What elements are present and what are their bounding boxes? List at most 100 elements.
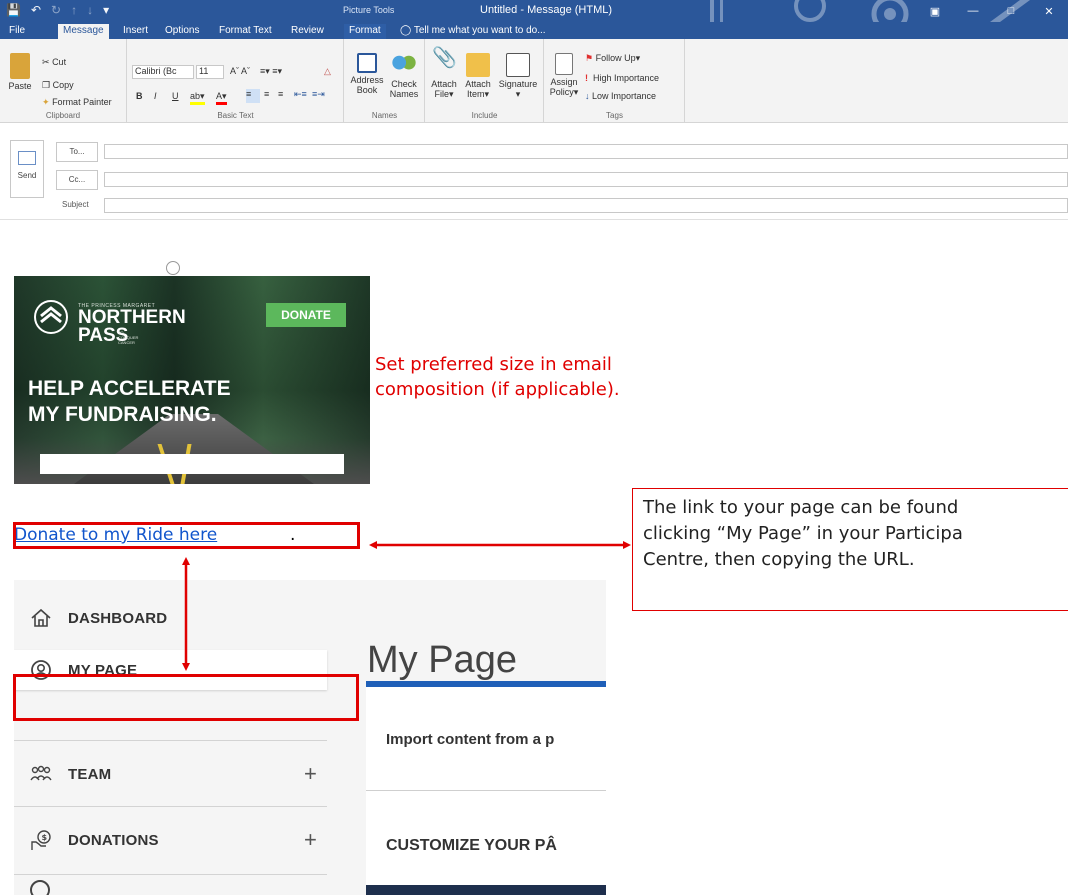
tab-format-text[interactable]: Format Text <box>214 24 277 39</box>
context-title: Picture Tools <box>343 5 395 15</box>
font-color-icon[interactable]: A▾ <box>216 91 227 105</box>
import-content-row[interactable]: Import content from a p <box>386 731 554 748</box>
tab-format[interactable]: Format <box>344 24 386 39</box>
include-group: 📎 Attach File▾ Attach Item▾ Signature ▾ I… <box>426 39 544 123</box>
tags-group-label: Tags <box>606 111 623 120</box>
nav-divider <box>14 740 327 741</box>
copy-button[interactable]: ❐ Copy <box>42 80 74 91</box>
attach-item-label-2: Item <box>466 89 485 99</box>
highlight-icon[interactable]: ab▾ <box>190 91 205 105</box>
font-select[interactable]: Calibri (Bc <box>132 65 194 79</box>
tell-me-search[interactable]: ◯ Tell me what you want to do... <box>400 25 546 36</box>
callout-line-1: The link to your page can be found <box>643 497 959 518</box>
donate-button[interactable]: DONATE <box>266 303 346 327</box>
address-book-icon <box>357 53 377 73</box>
paste-button[interactable]: Paste <box>6 53 34 91</box>
cc-field[interactable] <box>104 172 1068 187</box>
ribbon-display-icon[interactable]: ▣ <box>916 0 954 22</box>
nav-team[interactable]: TEAM + <box>14 742 327 806</box>
rotate-handle-icon[interactable] <box>166 261 180 275</box>
customize-page-row[interactable]: CUSTOMIZE YOUR PÂ <box>386 837 557 855</box>
names-group: Address Book Check Names Names <box>345 39 425 123</box>
check-names-button[interactable]: Check Names <box>387 53 421 99</box>
to-field[interactable] <box>104 144 1068 159</box>
ribbon: Paste ✂ Cut ❐ Copy ✦ Format Painter Clip… <box>0 39 1068 123</box>
attach-file-button[interactable]: 📎 Attach File▾ <box>428 48 460 99</box>
headline-line-2: MY FUNDRAISING. <box>28 403 217 426</box>
cut-button[interactable]: ✂ Cut <box>42 57 66 68</box>
bullets-icon[interactable]: ≡▾ ≡▾ <box>260 66 282 77</box>
decrease-indent-icon[interactable]: ⇤≡ <box>294 89 307 100</box>
callout-line-2: clicking “My Page” in your Participa <box>643 523 963 544</box>
font-size-select[interactable]: 11 <box>196 65 224 79</box>
save-icon[interactable]: 💾 <box>6 3 21 17</box>
low-importance-button[interactable]: ↓ Low Importance <box>585 91 656 101</box>
fundraising-banner-image[interactable]: THE PRINCESS MARGARET NORTHERN PASS TO C… <box>14 276 370 484</box>
underline-button[interactable]: U <box>172 91 179 101</box>
up-icon[interactable]: ↑ <box>71 3 77 17</box>
home-icon <box>28 605 54 631</box>
clear-formatting-icon[interactable]: △ <box>324 66 331 77</box>
quick-access-toolbar: 💾 ↶ ↻ ↑ ↓ ▾ <box>6 3 109 17</box>
to-button[interactable]: To... <box>56 142 98 162</box>
tab-message[interactable]: Message <box>58 24 109 39</box>
high-importance-button[interactable]: ! High Importance <box>585 73 659 83</box>
tab-insert[interactable]: Insert <box>118 24 153 39</box>
banner-white-bar <box>40 454 344 474</box>
tab-review[interactable]: Review <box>286 24 329 39</box>
names-group-label: Names <box>371 111 398 120</box>
italic-button[interactable]: I <box>154 91 157 101</box>
customize-icon[interactable]: ▾ <box>103 3 109 17</box>
send-button[interactable]: Send <box>10 140 44 198</box>
my-page-title: My Page <box>367 639 517 681</box>
format-painter-label: Format Painter <box>52 97 112 107</box>
address-book-button[interactable]: Address Book <box>349 53 385 95</box>
align-left-icon[interactable]: ≡ <box>246 89 260 103</box>
exclamation-icon: ! <box>585 73 588 83</box>
paste-icon <box>10 53 30 79</box>
bold-button[interactable]: B <box>136 91 143 101</box>
participant-nav: DASHBOARD MY PAGE TEAM + $ DONATIONS + <box>14 580 349 895</box>
assign-policy-button[interactable]: Assign Policy▾ <box>549 53 579 97</box>
next-nav-icon <box>30 880 50 895</box>
align-center-icon[interactable]: ≡ <box>264 89 269 99</box>
tab-options[interactable]: Options <box>160 24 204 39</box>
format-painter-button[interactable]: ✦ Format Painter <box>42 97 112 108</box>
attach-file-label-2: File <box>434 89 449 99</box>
my-page-card: Import content from a p CUSTOMIZE YOUR P… <box>366 681 606 895</box>
undo-icon[interactable]: ↶ <box>31 3 41 17</box>
tab-file[interactable]: File <box>4 24 30 39</box>
copy-label: Copy <box>52 80 74 90</box>
grow-font-icon[interactable]: Aˇ Aˇ <box>230 66 250 76</box>
assign-policy-label-1: Assign <box>550 77 578 87</box>
expand-team-icon[interactable]: + <box>304 761 317 787</box>
cut-label: Cut <box>52 57 67 67</box>
follow-up-button[interactable]: ⚑ Follow Up▾ <box>585 53 640 64</box>
cc-button[interactable]: Cc... <box>56 170 98 190</box>
instruction-callout: The link to your page can be found click… <box>632 488 1068 611</box>
check-names-label-2: Names <box>389 89 419 99</box>
align-right-icon[interactable]: ≡ <box>278 89 283 99</box>
copy-icon: ❐ <box>42 80 51 90</box>
svg-text:$: $ <box>42 833 48 842</box>
maximize-icon[interactable]: □ <box>992 0 1030 22</box>
expand-donations-icon[interactable]: + <box>304 827 317 853</box>
flag-icon: ⚑ <box>585 53 594 63</box>
minimize-icon[interactable]: — <box>954 0 992 22</box>
attach-item-label-1: Attach <box>465 79 491 89</box>
my-page-highlight-box <box>13 674 359 721</box>
increase-indent-icon[interactable]: ≡⇥ <box>312 89 325 100</box>
follow-up-label: Follow Up <box>595 53 636 63</box>
down-icon[interactable]: ↓ <box>87 3 93 17</box>
lightbulb-icon: ◯ <box>400 25 412 36</box>
nav-dashboard[interactable]: DASHBOARD <box>14 586 327 650</box>
signature-button[interactable]: Signature ▾ <box>496 53 540 99</box>
close-icon[interactable]: ✕ <box>1030 0 1068 22</box>
subject-field[interactable] <box>104 198 1068 213</box>
team-icon <box>28 761 54 787</box>
redo-icon[interactable]: ↻ <box>51 3 61 17</box>
nav-donations[interactable]: $ DONATIONS + <box>14 808 327 872</box>
attach-item-button[interactable]: Attach Item▾ <box>462 53 494 99</box>
send-label: Send <box>17 171 37 180</box>
address-book-label-2: Book <box>356 85 378 95</box>
